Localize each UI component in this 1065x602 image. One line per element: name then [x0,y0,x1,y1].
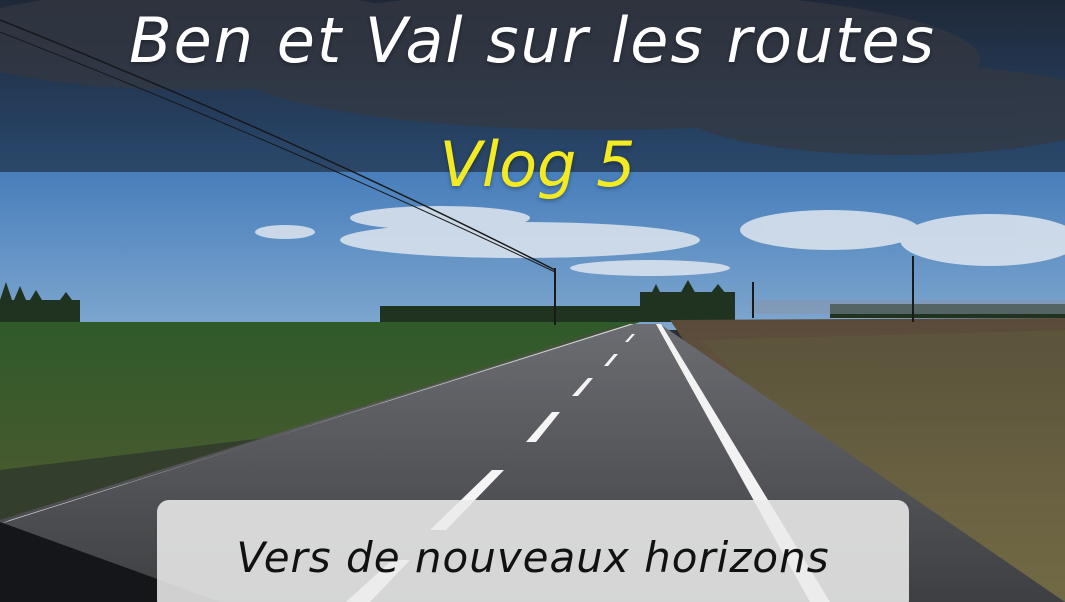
video-title: Ben et Val sur les routes [129,4,936,77]
caption-text: Vers de nouveaux horizons [236,533,830,582]
caption-box: Vers de nouveaux horizons [157,500,909,602]
episode-label: Vlog 5 [439,128,636,201]
thumbnail-scene: Ben et Val sur les routes Vlog 5 Vers de… [0,0,1065,602]
